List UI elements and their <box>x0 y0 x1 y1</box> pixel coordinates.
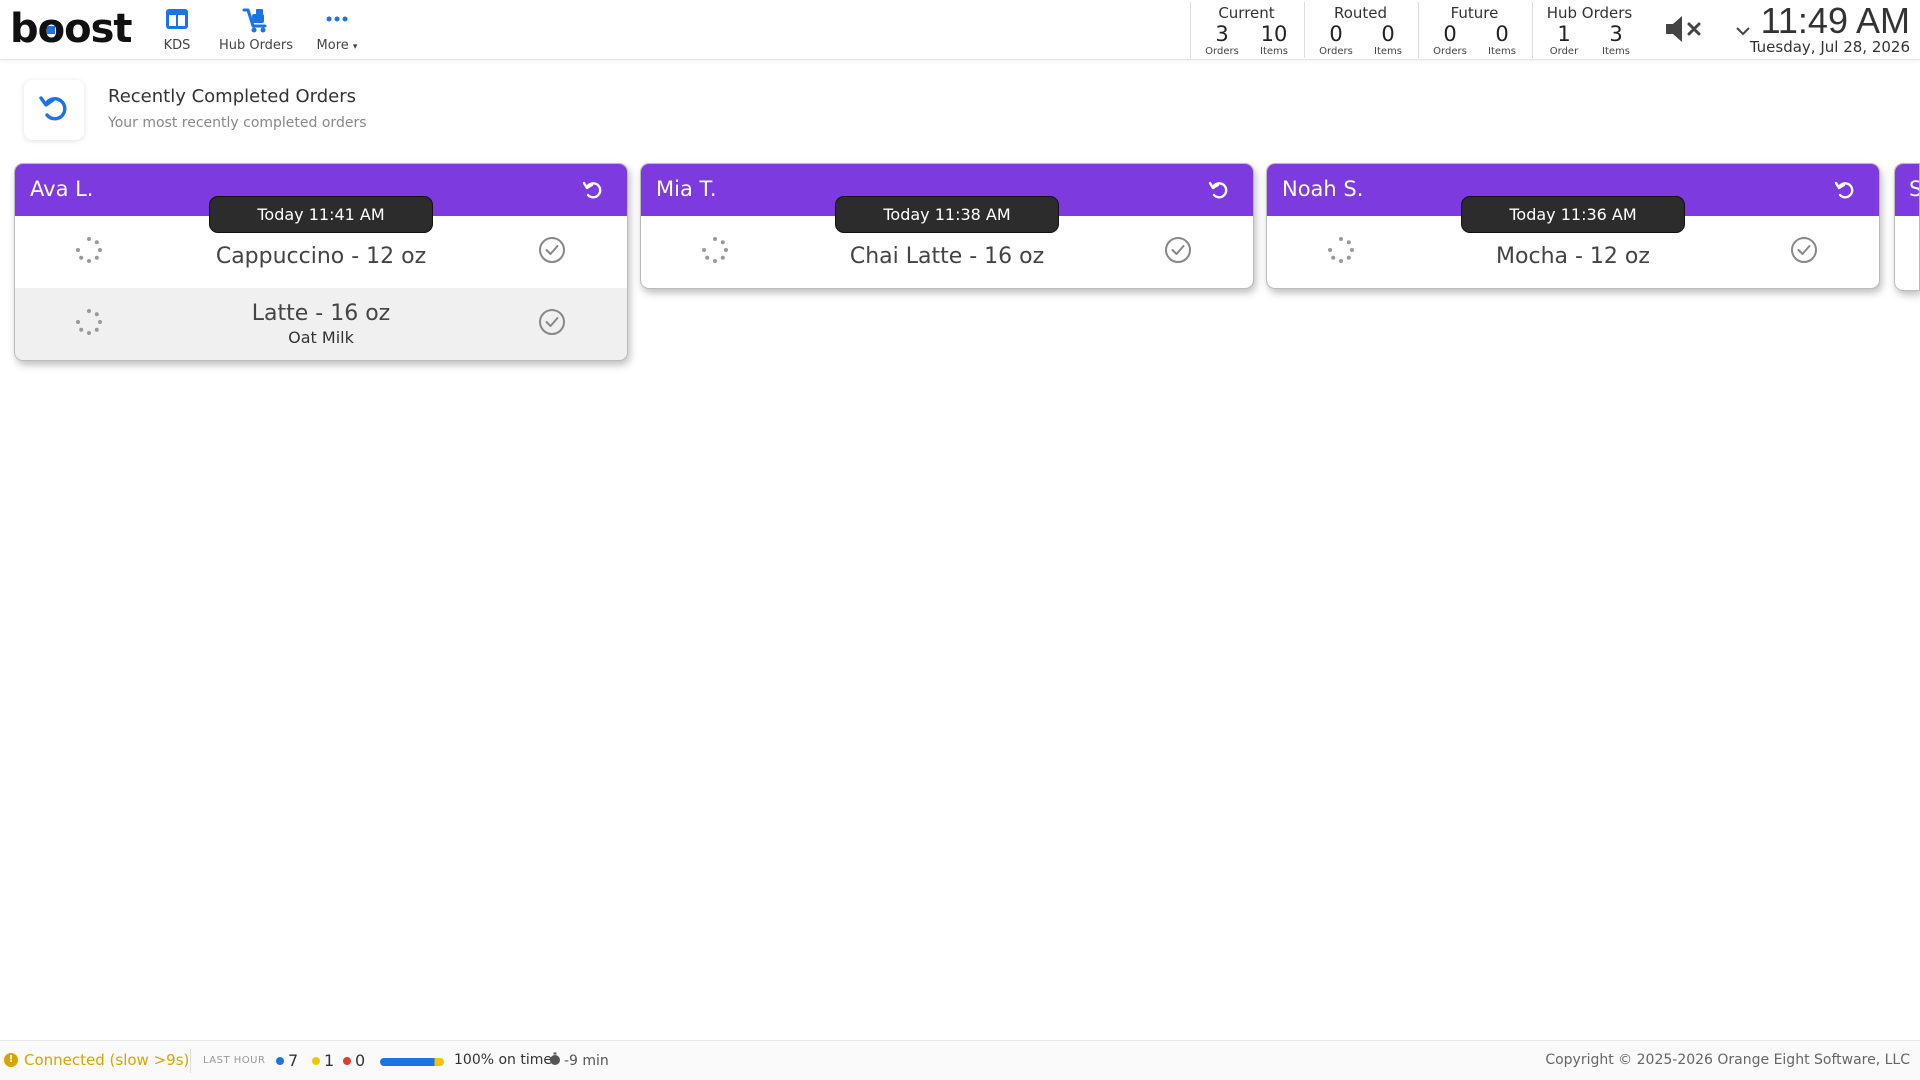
on-time-progress-fill <box>380 1058 444 1066</box>
check-circle-icon[interactable] <box>537 235 567 269</box>
count-red-value: 0 <box>355 1051 366 1070</box>
count-yellow: 1 <box>312 1051 334 1070</box>
kds-columns-icon <box>160 6 194 34</box>
check-circle-icon[interactable] <box>537 307 567 341</box>
item-name: Chai Latte - 16 oz <box>849 243 1045 269</box>
stat-hub-title: Hub Orders <box>1546 4 1633 22</box>
order-card-peek[interactable]: S <box>1894 163 1920 291</box>
count-blue-value: 7 <box>288 1051 299 1070</box>
customer-name: Noah S. <box>1282 177 1364 201</box>
spinner-icon <box>75 308 103 340</box>
stat-routed-items-label: Items <box>1374 46 1402 57</box>
stat-current[interactable]: Current 3 Orders 10 Items <box>1190 2 1302 58</box>
order-card-header: S <box>1895 164 1919 216</box>
copyright: Copyright © 2025-2026 Orange Eight Softw… <box>1545 1052 1910 1068</box>
stat-future-title: Future <box>1450 4 1499 22</box>
connection-status[interactable]: ! Connected (slow >9s) <box>4 1051 189 1069</box>
order-card-header: Mia T. Today 11:38 AM <box>641 164 1253 233</box>
stat-future[interactable]: Future 0 Orders 0 Items <box>1418 2 1530 58</box>
stat-current-title: Current <box>1218 4 1275 22</box>
stat-routed-title: Routed <box>1333 4 1388 22</box>
item-name: Latte - 16 oz <box>251 301 391 326</box>
stat-current-items-label: Items <box>1260 46 1288 57</box>
stat-future-items: 0 <box>1495 22 1509 46</box>
item-name: Mocha - 12 oz <box>1496 243 1650 269</box>
hub-cart-icon <box>218 6 294 34</box>
spinner-icon <box>75 236 103 268</box>
stat-hub-orders-count: 1 <box>1557 22 1571 46</box>
avg-time-value: -9 min <box>564 1053 609 1069</box>
customer-name: Mia T. <box>656 177 717 201</box>
speaker-muted-icon[interactable] <box>1662 12 1706 50</box>
clock-date: Tuesday, Jul 28, 2026 <box>1749 38 1910 56</box>
page-subtitle: Your most recently completed orders <box>108 115 367 131</box>
stat-routed-items: 0 <box>1381 22 1395 46</box>
more-dots-icon <box>312 6 362 34</box>
stat-future-orders: 0 <box>1443 22 1457 46</box>
spinner-icon <box>701 236 729 268</box>
order-card[interactable]: Ava L. Today 11:41 AM Cappuccino - 12 oz… <box>14 163 628 361</box>
avg-time: -9 min <box>549 1052 609 1070</box>
check-circle-icon[interactable] <box>1163 235 1193 269</box>
blue-dot-icon <box>276 1056 284 1065</box>
order-item[interactable]: Latte - 16 oz Oat Milk <box>15 288 627 360</box>
order-card[interactable]: Noah S. Today 11:36 AM Mocha - 12 oz <box>1266 163 1880 289</box>
order-card-header: Noah S. Today 11:36 AM <box>1267 164 1879 233</box>
item-name: Cappuccino - 12 oz <box>215 243 427 269</box>
stat-hub-orders[interactable]: Hub Orders 1 Order 3 Items <box>1532 2 1646 58</box>
count-blue: 7 <box>276 1051 298 1070</box>
nav-more[interactable]: More ▾ <box>312 6 362 53</box>
customer-name: S <box>1909 177 1919 201</box>
nav-hub-orders-label: Hub Orders <box>218 38 294 53</box>
completed-time-badge: Today 11:38 AM <box>835 196 1059 233</box>
order-card[interactable]: Mia T. Today 11:38 AM Chai Latte - 16 oz <box>640 163 1254 289</box>
on-time-text: 100% on time <box>454 1052 552 1068</box>
stat-future-orders-label: Orders <box>1433 46 1467 57</box>
undo-icon[interactable] <box>581 178 605 206</box>
page-title: Recently Completed Orders <box>108 86 357 107</box>
status-footer: ! Connected (slow >9s) LAST HOUR 7 1 0 1… <box>0 1040 1920 1080</box>
stat-routed[interactable]: Routed 0 Orders 0 Items <box>1304 2 1416 58</box>
stopwatch-icon <box>549 1052 561 1070</box>
order-card-header: Ava L. Today 11:41 AM <box>15 164 627 233</box>
chevron-down-icon[interactable] <box>1735 22 1751 41</box>
nav-more-label: More ▾ <box>316 38 358 53</box>
spinner-icon <box>1327 236 1355 268</box>
undo-icon[interactable] <box>1207 178 1231 206</box>
stat-hub-items: 3 <box>1609 22 1623 46</box>
stat-current-orders: 3 <box>1215 22 1229 46</box>
undo-arrow-icon <box>37 91 71 129</box>
check-circle-icon[interactable] <box>1789 235 1819 269</box>
nav-kds-label: KDS <box>163 38 191 53</box>
yellow-dot-icon <box>312 1056 320 1065</box>
boost-logo[interactable]: boost <box>10 6 133 52</box>
on-time-progress <box>380 1058 444 1066</box>
nav-kds[interactable]: KDS <box>160 6 194 53</box>
stat-current-items: 10 <box>1260 22 1288 46</box>
clock-time: 11:49 AM <box>1760 0 1910 41</box>
footer-divider <box>190 1049 191 1073</box>
completed-time-badge: Today 11:36 AM <box>1461 196 1685 233</box>
stat-future-items-label: Items <box>1488 46 1516 57</box>
stat-routed-orders: 0 <box>1329 22 1343 46</box>
caret-down-icon: ▾ <box>352 42 358 52</box>
stat-hub-orders-label: Order <box>1549 46 1579 57</box>
count-red: 0 <box>343 1051 365 1070</box>
stat-routed-orders-label: Orders <box>1319 46 1353 57</box>
recent-orders-icon-box <box>24 80 84 140</box>
item-modifier: Oat Milk <box>288 328 354 347</box>
undo-icon[interactable] <box>1833 178 1857 206</box>
customer-name: Ava L. <box>30 177 94 201</box>
nav-hub-orders[interactable]: Hub Orders <box>218 6 294 53</box>
stat-hub-items-label: Items <box>1602 46 1630 57</box>
stat-current-orders-label: Orders <box>1205 46 1239 57</box>
last-hour-label: LAST HOUR <box>203 1055 266 1066</box>
red-dot-icon <box>343 1056 351 1065</box>
completed-time-badge: Today 11:41 AM <box>209 196 433 233</box>
connection-text: Connected (slow >9s) <box>24 1051 190 1069</box>
top-bar: boost KDS Hub Orders More ▾ Current 3 Ord… <box>0 0 1920 60</box>
count-yellow-value: 1 <box>324 1051 335 1070</box>
warning-icon: ! <box>4 1053 18 1067</box>
